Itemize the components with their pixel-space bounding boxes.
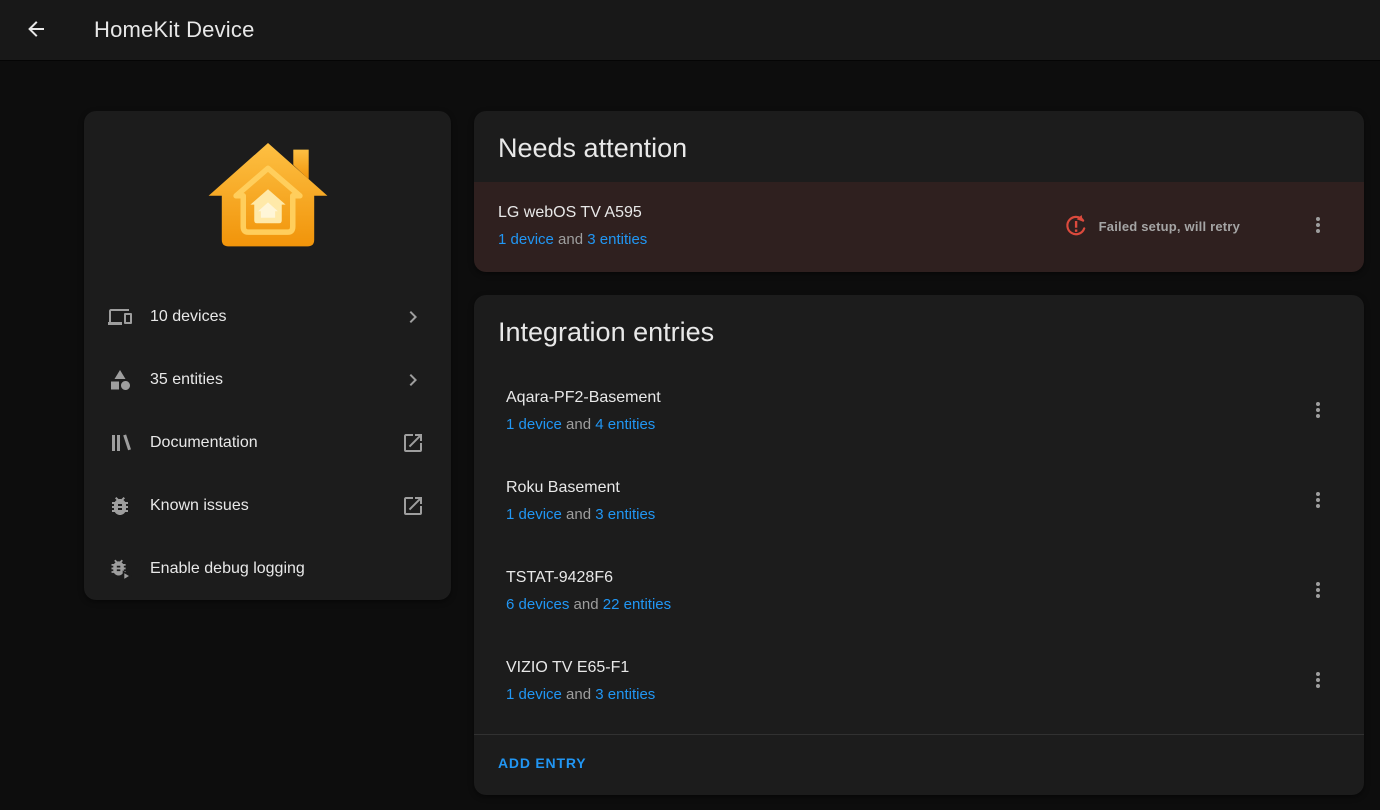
dots-vertical-icon <box>1306 668 1330 695</box>
entry-info: TSTAT-9428F6 6 devices and 22 entities <box>506 569 671 613</box>
dots-vertical-icon <box>1306 398 1330 425</box>
entry-menu-button[interactable] <box>1294 477 1342 525</box>
entry-links: 1 device and 3 entities <box>506 506 655 523</box>
devices-link[interactable]: 1 device <box>506 416 562 433</box>
integration-overview-card: 10 devices 35 entities Documentation Kno… <box>84 111 451 600</box>
needs-attention-card: Needs attention LG webOS TV A595 1 devic… <box>474 111 1364 272</box>
entry-links: 1 device and 3 entities <box>506 686 655 703</box>
integration-entry-row[interactable]: Roku Basement 1 device and 3 entities <box>474 456 1364 546</box>
devices-link[interactable]: 1 device <box>498 231 554 248</box>
bug-icon <box>108 494 132 518</box>
known-issues-row-label: Known issues <box>150 496 249 514</box>
entry-info: Aqara-PF2-Basement 1 device and 4 entiti… <box>506 389 661 433</box>
bug-play-icon <box>108 557 132 581</box>
arrow-back-icon <box>24 17 48 44</box>
entities-row-label: 35 entities <box>150 370 223 388</box>
entry-name: TSTAT-9428F6 <box>506 569 613 586</box>
documentation-row[interactable]: Documentation <box>84 411 451 474</box>
devices-link[interactable]: 6 devices <box>506 596 569 613</box>
status-text: Failed setup, will retry <box>1098 218 1240 234</box>
entry-menu-button[interactable] <box>1294 657 1342 705</box>
known-issues-row[interactable]: Known issues <box>84 474 451 537</box>
devices-row[interactable]: 10 devices <box>84 285 451 348</box>
chevron-right-icon <box>401 305 425 329</box>
dots-vertical-icon <box>1306 213 1330 240</box>
entities-row[interactable]: 35 entities <box>84 348 451 411</box>
integration-entry-row[interactable]: TSTAT-9428F6 6 devices and 22 entities <box>474 546 1364 636</box>
main-content: 10 devices 35 entities Documentation Kno… <box>0 60 1380 795</box>
right-column: Needs attention LG webOS TV A595 1 devic… <box>474 111 1364 795</box>
entry-links: 1 device and 3 entities <box>498 231 647 248</box>
open-in-new-icon <box>401 494 425 518</box>
attention-entry-info: LG webOS TV A595 1 device and 3 entities <box>498 204 647 248</box>
integration-logo-area <box>84 111 451 285</box>
divider <box>474 734 1364 735</box>
entities-link[interactable]: 4 entities <box>595 416 655 433</box>
entities-link[interactable]: 22 entities <box>603 596 671 613</box>
open-in-new-icon <box>401 431 425 455</box>
conjunction-text: and <box>566 506 592 523</box>
attention-status: Failed setup, will retry <box>1063 202 1342 250</box>
entry-name: Aqara-PF2-Basement <box>506 389 661 406</box>
documentation-row-label: Documentation <box>150 433 258 451</box>
back-button[interactable] <box>12 6 60 54</box>
integration-entry-row[interactable]: Aqara-PF2-Basement 1 device and 4 entiti… <box>474 366 1364 456</box>
entry-links: 6 devices and 22 entities <box>506 596 671 613</box>
entry-info: Roku Basement 1 device and 3 entities <box>506 479 655 523</box>
entry-info: VIZIO TV E65-F1 1 device and 3 entities <box>506 659 655 703</box>
devices-row-label: 10 devices <box>150 307 227 325</box>
homekit-house-icon <box>208 143 327 247</box>
integration-entries-title: Integration entries <box>498 317 715 347</box>
enable-debug-logging-label: Enable debug logging <box>150 559 305 577</box>
entry-links: 1 device and 4 entities <box>506 416 661 433</box>
needs-attention-title: Needs attention <box>498 133 688 163</box>
entry-menu-button[interactable] <box>1294 387 1342 435</box>
conjunction-text: and <box>566 416 592 433</box>
empty-trail <box>401 557 425 581</box>
devices-icon <box>108 305 132 329</box>
shapes-icon <box>108 368 132 392</box>
integration-entry-row[interactable]: VIZIO TV E65-F1 1 device and 3 entities <box>474 636 1364 726</box>
entities-link[interactable]: 3 entities <box>595 506 655 523</box>
entities-link[interactable]: 3 entities <box>587 231 647 248</box>
entry-name: LG webOS TV A595 <box>498 204 642 221</box>
conjunction-text: and <box>566 686 592 703</box>
add-entry-button[interactable]: ADD ENTRY <box>486 745 598 781</box>
entry-name: Roku Basement <box>506 479 620 496</box>
entities-link[interactable]: 3 entities <box>595 686 655 703</box>
dots-vertical-icon <box>1306 488 1330 515</box>
conjunction-text: and <box>558 231 584 248</box>
enable-debug-logging-row[interactable]: Enable debug logging <box>84 537 451 600</box>
devices-link[interactable]: 1 device <box>506 686 562 703</box>
chevron-right-icon <box>401 368 425 392</box>
conjunction-text: and <box>573 596 599 613</box>
devices-link[interactable]: 1 device <box>506 506 562 523</box>
attention-entry-row[interactable]: LG webOS TV A595 1 device and 3 entities <box>474 182 1364 272</box>
entry-name: VIZIO TV E65-F1 <box>506 659 630 676</box>
entry-menu-button[interactable] <box>1294 567 1342 615</box>
entry-menu-button[interactable] <box>1294 202 1342 250</box>
reload-alert-icon <box>1063 213 1089 239</box>
integration-entries-card: Integration entries Aqara-PF2-Basement 1… <box>474 295 1364 795</box>
dots-vertical-icon <box>1306 578 1330 605</box>
bookshelf-icon <box>108 431 132 455</box>
app-header: HomeKit Device <box>0 0 1380 60</box>
page-title: HomeKit Device <box>94 17 255 42</box>
